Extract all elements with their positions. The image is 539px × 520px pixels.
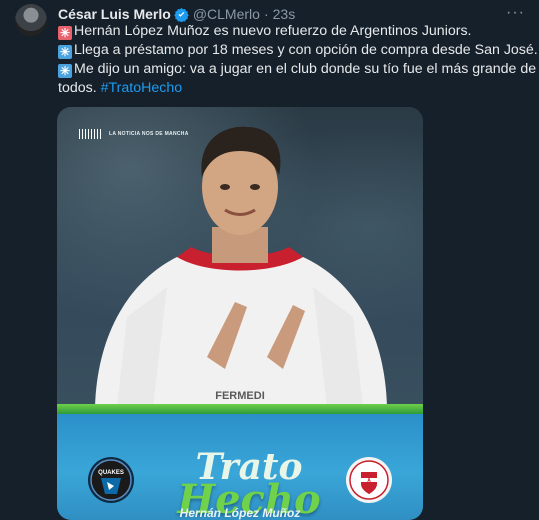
author-name[interactable]: César Luis Merlo — [58, 6, 171, 22]
svg-text:A: A — [367, 478, 371, 484]
author-handle[interactable]: @CLMerlo — [193, 6, 260, 22]
verified-badge-icon — [174, 7, 189, 22]
player-name: Hernán López Muñoz — [179, 506, 301, 520]
tweet-line-text: Llega a préstamo por 18 meses y con opci… — [74, 42, 538, 58]
tweet-line-text: todos. — [58, 80, 97, 96]
tweet-line-text: Me dijo un amigo: va a jugar en el club … — [74, 61, 537, 77]
author-avatar[interactable] — [15, 4, 47, 36]
asterisk-emoji-icon: ✳ — [58, 64, 72, 78]
tweet-media-image[interactable]: LA NOTICIA NOS DE MANCHA FERMEDI QUAKES … — [57, 107, 423, 520]
tweet-text: ✳ Hernán López Muñoz es nuevo refuerzo de… — [58, 22, 538, 98]
player-figure: FERMEDI — [95, 126, 387, 407]
crest-label: QUAKES — [98, 470, 124, 476]
separator-dot: · — [263, 6, 269, 22]
tweet-line-1: ✳ Hernán López Muñoz es nuevo refuerzo de… — [58, 22, 528, 41]
asterisk-emoji-icon: ✳ — [58, 26, 72, 40]
tweet-time[interactable]: 23s — [273, 6, 296, 22]
tweet-header: César Luis Merlo @CLMerlo · 23s — [58, 4, 295, 24]
announcement-banner: QUAKES Trato Hecho A Hernán López Muñoz — [57, 414, 423, 520]
tweet-line-text: Hernán López Muñoz es nuevo refuerzo de … — [74, 23, 472, 39]
argentinos-juniors-crest-icon: A — [346, 457, 392, 503]
tweet-line-4: todos. #TratoHecho — [58, 79, 528, 98]
svg-text:FERMEDI: FERMEDI — [215, 390, 265, 402]
tweet-line-3: ✳ Me dijo un amigo: va a jugar en el club… — [58, 60, 536, 79]
tweet[interactable]: César Luis Merlo @CLMerlo · 23s ··· ✳ Her… — [0, 0, 539, 520]
more-options-icon[interactable]: ··· — [506, 4, 525, 22]
tweet-line-2: ✳ Llega a préstamo por 18 meses y con opc… — [58, 41, 538, 60]
hashtag-link[interactable]: #TratoHecho — [101, 80, 183, 96]
asterisk-emoji-icon: ✳ — [58, 45, 72, 59]
green-stripe — [57, 404, 423, 414]
san-jose-quakes-crest-icon: QUAKES — [88, 457, 134, 503]
